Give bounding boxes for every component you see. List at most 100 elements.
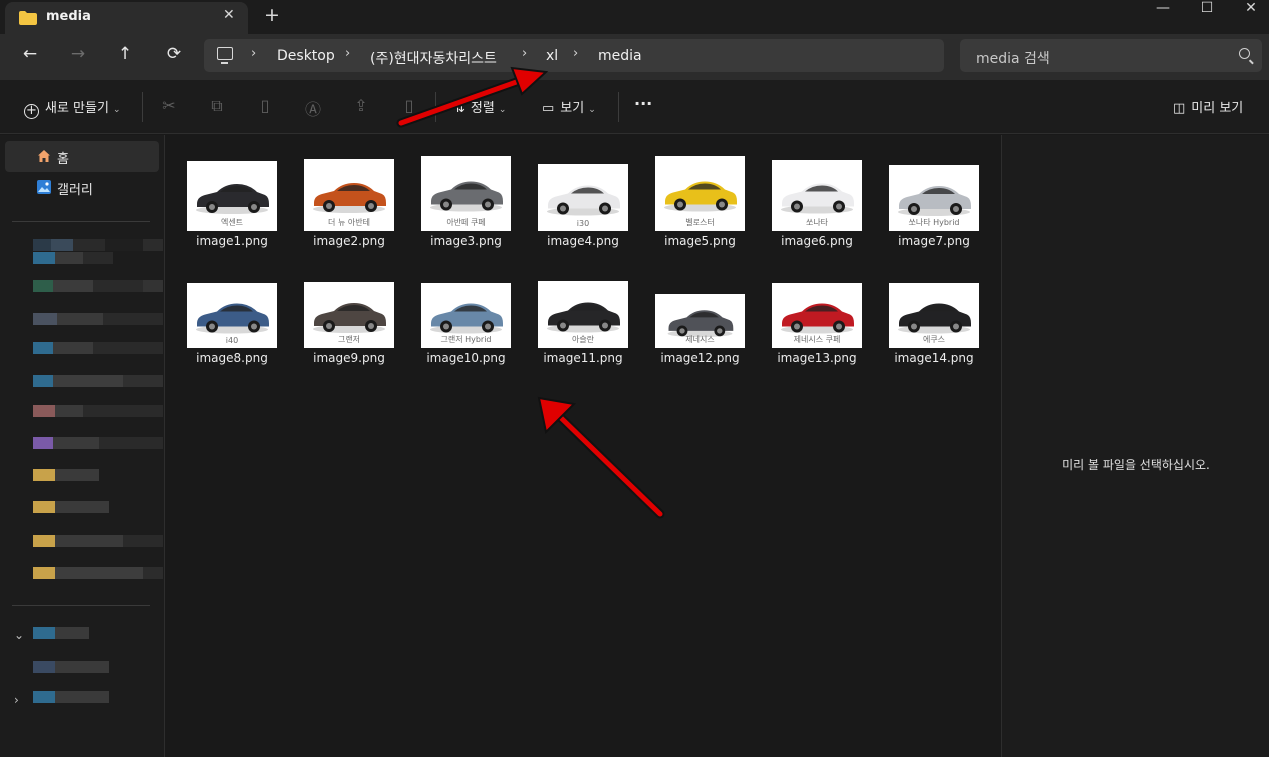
chevron-down-icon[interactable]: ⌄ [14, 628, 24, 642]
preview-pane-button[interactable]: ◫ 미리 보기 [1173, 97, 1243, 116]
file-list: 엑센트 image1.png 더 뉴 아반테 image2.png 아반떼 쿠페 imag… [166, 135, 1000, 757]
toolbar-divider [435, 92, 436, 122]
breadcrumb-media[interactable]: media [598, 48, 642, 64]
image-thumbnail: 그랜저 Hybrid [421, 283, 511, 348]
redacted-sidebar-item[interactable] [33, 469, 99, 481]
preview-message: 미리 볼 파일을 선택하십시오. [1062, 458, 1210, 472]
redacted-sidebar-item[interactable] [33, 342, 163, 354]
redacted-sidebar-item[interactable] [33, 375, 163, 387]
sidebar-item-home[interactable]: 홈 [5, 141, 159, 172]
new-tab-button[interactable]: + [264, 4, 280, 26]
redacted-sidebar-item[interactable] [33, 437, 163, 449]
file-item[interactable]: 아슬란 image11.png [533, 272, 633, 390]
file-item[interactable]: 제네시스 쿠페 image13.png [767, 272, 867, 390]
sidebar-item-gallery[interactable]: 갤러리 [5, 172, 159, 203]
redacted-sidebar-item[interactable] [33, 661, 109, 673]
redacted-sidebar-item[interactable] [33, 252, 113, 264]
chevron-right-icon[interactable]: › [14, 693, 19, 707]
title-bar: media ✕ + — ☐ ✕ [0, 0, 1269, 34]
redacted-sidebar-item[interactable] [33, 280, 163, 292]
forward-button[interactable]: → [66, 44, 90, 64]
address-bar[interactable]: › Desktop › (주)현대자동차리스트 › xl › media [204, 39, 944, 72]
thumbnail-caption: 그랜저 Hybrid [440, 335, 492, 344]
sidebar-divider [12, 605, 150, 606]
file-name: image11.png [543, 351, 623, 365]
redacted-sidebar-item[interactable] [33, 535, 163, 547]
breadcrumb-xl[interactable]: xl [546, 48, 558, 64]
file-item[interactable]: 엑센트 image1.png [182, 155, 282, 273]
paste-icon[interactable]: ▯ [255, 96, 275, 115]
close-tab-icon[interactable]: ✕ [223, 7, 235, 23]
maximize-button[interactable]: ☐ [1184, 0, 1230, 28]
back-button[interactable]: ← [18, 44, 42, 64]
file-item[interactable]: 쏘나타 Hybrid image7.png [884, 155, 984, 273]
cut-icon[interactable]: ✂ [159, 96, 179, 115]
sidebar-divider [12, 221, 150, 222]
tab-title: media [46, 9, 91, 24]
home-icon [38, 150, 50, 162]
thumbnail-caption: i30 [576, 219, 590, 228]
file-item[interactable]: 더 뉴 아반테 image2.png [299, 155, 399, 273]
preview-pane-icon: ◫ [1173, 101, 1186, 116]
new-button[interactable]: + 새로 만들기 ⌄ [24, 97, 120, 119]
share-icon[interactable]: ⇪ [351, 96, 371, 115]
search-icon[interactable] [1239, 48, 1250, 59]
tab-media[interactable]: media ✕ [5, 2, 248, 34]
file-name: image7.png [898, 234, 970, 248]
redacted-sidebar-item[interactable] [33, 567, 163, 579]
redacted-sidebar-item[interactable] [33, 691, 109, 703]
file-item[interactable]: i40 image8.png [182, 272, 282, 390]
breadcrumb-desktop[interactable]: Desktop [277, 48, 335, 64]
search-box[interactable]: media 검색 [960, 39, 1262, 72]
file-name: image3.png [430, 234, 502, 248]
preview-pane: 미리 볼 파일을 선택하십시오. [1001, 135, 1269, 757]
new-button-label: 새로 만들기 [45, 101, 109, 116]
folder-icon [19, 11, 37, 25]
file-item[interactable]: 아반떼 쿠페 image3.png [416, 155, 516, 273]
refresh-button[interactable]: ⟳ [162, 44, 186, 64]
thumbnail-caption: 아반떼 쿠페 [446, 218, 486, 227]
image-thumbnail: 쏘나타 Hybrid [889, 165, 979, 231]
image-thumbnail: i40 [187, 283, 277, 348]
view-button[interactable]: ▭ 보기 ⌄ [542, 97, 596, 116]
redacted-sidebar-item[interactable] [33, 239, 163, 251]
thumbnail-caption: 벨로스터 [685, 218, 715, 227]
image-thumbnail: 아반떼 쿠페 [421, 156, 511, 231]
file-item[interactable]: 벨로스터 image5.png [650, 155, 750, 273]
toolbar-divider [618, 92, 619, 122]
image-thumbnail: 더 뉴 아반테 [304, 159, 394, 231]
minimize-button[interactable]: — [1140, 0, 1186, 28]
file-item[interactable]: 에쿠스 image14.png [884, 272, 984, 390]
file-item[interactable]: 제네시스 image12.png [650, 272, 750, 390]
search-input[interactable]: media 검색 [976, 48, 1050, 68]
view-button-label: 보기 [560, 101, 585, 116]
redacted-sidebar-item[interactable] [33, 313, 163, 325]
thumbnail-caption: 쏘나타 Hybrid [908, 218, 960, 227]
up-button[interactable]: ↑ [113, 44, 137, 64]
file-name: image6.png [781, 234, 853, 248]
sidebar-item-label: 홈 [57, 152, 69, 167]
redacted-sidebar-item[interactable] [33, 627, 89, 639]
file-item[interactable]: 쏘나타 image6.png [767, 155, 867, 273]
file-item[interactable]: i30 image4.png [533, 155, 633, 273]
redacted-sidebar-item[interactable] [33, 405, 163, 417]
image-thumbnail: 제네시스 [655, 294, 745, 348]
image-thumbnail: 제네시스 쿠페 [772, 283, 862, 348]
copy-icon[interactable]: ⧉ [207, 96, 227, 116]
redacted-sidebar-item[interactable] [33, 501, 109, 513]
close-window-button[interactable]: ✕ [1228, 0, 1269, 28]
sort-icon: ⇅ [454, 101, 465, 116]
breadcrumb-company-list[interactable]: (주)현대자동차리스트 [370, 48, 497, 68]
sort-button[interactable]: ⇅ 정렬 ⌄ [454, 97, 506, 116]
chevron-right-icon: › [573, 46, 579, 61]
image-thumbnail: i30 [538, 164, 628, 231]
file-item[interactable]: 그랜저 image9.png [299, 272, 399, 390]
more-options-button[interactable]: ··· [634, 94, 652, 113]
file-name: image14.png [894, 351, 974, 365]
delete-icon[interactable]: ▯ [399, 96, 419, 115]
file-item[interactable]: 그랜저 Hybrid image10.png [416, 272, 516, 390]
thumbnail-caption: 엑센트 [220, 218, 244, 227]
file-name: image13.png [777, 351, 857, 365]
rename-icon[interactable]: Ⓐ [303, 96, 323, 120]
thumbnail-caption: 쏘나타 [805, 218, 829, 227]
